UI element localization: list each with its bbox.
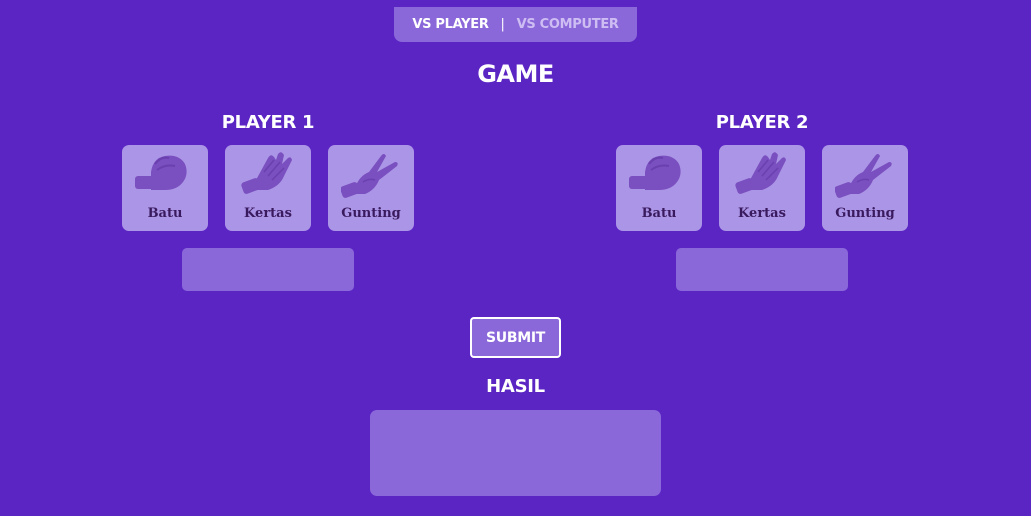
- scissors-hand-icon: [835, 154, 892, 198]
- page-title: GAME: [477, 60, 554, 88]
- player-1-choice-gunting[interactable]: Gunting: [328, 145, 414, 231]
- scissors-hand-icon: [341, 154, 398, 198]
- submit-button[interactable]: SUBMIT: [470, 317, 561, 358]
- player-1-title: PLAYER 1: [221, 112, 315, 133]
- player-1-choice-batu[interactable]: Batu: [122, 145, 208, 231]
- player-2-choice-batu[interactable]: Batu: [616, 145, 702, 231]
- player-2-choice-gunting[interactable]: Gunting: [822, 145, 908, 231]
- player-2-title: PLAYER 2: [715, 112, 809, 133]
- result-title: HASIL: [486, 376, 545, 397]
- mode-tabs: VS PLAYER | VS COMPUTER: [394, 7, 637, 42]
- player-2-panel: PLAYER 2 Batu Kertas Gunting: [616, 110, 908, 291]
- tab-vs-computer[interactable]: VS COMPUTER: [517, 17, 619, 32]
- choice-label-gunting: Gunting: [835, 206, 895, 221]
- choice-label-batu: Batu: [147, 206, 183, 221]
- paper-hand-icon: [735, 152, 786, 194]
- choice-label-batu: Batu: [641, 206, 677, 221]
- choice-label-kertas: Kertas: [244, 206, 292, 221]
- player-1-panel: PLAYER 1 Batu Kertas Gunting: [122, 110, 414, 291]
- choice-label-kertas: Kertas: [738, 206, 786, 221]
- player-2-choices: Batu Kertas Gunting: [616, 145, 908, 231]
- rock-hand-icon: [135, 155, 187, 190]
- player-1-choice-kertas[interactable]: Kertas: [225, 145, 311, 231]
- tab-separator: |: [500, 17, 505, 32]
- result-box: [370, 410, 661, 496]
- player-1-selection-box: [182, 248, 354, 291]
- player-1-choices: Batu Kertas Gunting: [122, 145, 414, 231]
- tab-vs-player[interactable]: VS PLAYER: [412, 17, 488, 32]
- rock-hand-icon: [629, 155, 681, 190]
- paper-hand-icon: [241, 152, 292, 194]
- player-2-selection-box: [676, 248, 848, 291]
- choice-label-gunting: Gunting: [341, 206, 401, 221]
- player-2-choice-kertas[interactable]: Kertas: [719, 145, 805, 231]
